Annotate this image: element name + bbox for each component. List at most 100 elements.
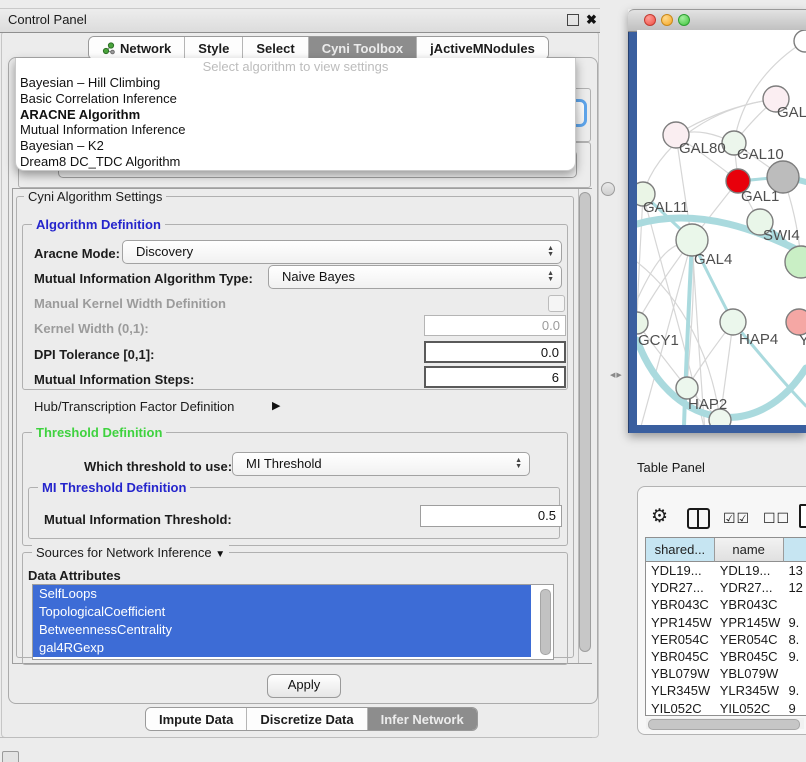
hub-definition-label[interactable]: Hub/Transcription Factor Definition (34, 399, 234, 414)
table-cell: YBL079W (646, 665, 715, 682)
column-header[interactable]: shared... (646, 538, 715, 562)
table-cell: YIL052C (715, 700, 784, 717)
table-cell: 13 (783, 562, 806, 579)
dropdown-item[interactable]: Dream8 DC_TDC Algorithm (16, 154, 575, 170)
table-row[interactable]: YPR145WYPR145W9. (646, 614, 806, 631)
tab-infer-network[interactable]: Infer Network (368, 708, 477, 730)
new-table-icon[interactable] (799, 504, 806, 528)
column-header[interactable]: name (715, 538, 784, 562)
tab-select[interactable]: Select (243, 37, 308, 59)
node-label: GAL (777, 104, 806, 121)
node-table[interactable]: shared...name YDL19...YDL19...13YDR27...… (645, 537, 806, 716)
data-attributes-list[interactable]: SelfLoopsTopologicalCoefficientBetweenne… (32, 584, 554, 660)
kernel-width-field[interactable]: 0.0 (424, 315, 566, 336)
node-label: SWI4 (763, 227, 800, 244)
tab-style[interactable]: Style (185, 37, 243, 59)
network-window-titlebar[interactable] (628, 9, 806, 32)
node-label: HAP4 (739, 331, 778, 348)
table-cell: YBR043C (646, 596, 715, 613)
dropdown-placeholder: Select algorithm to view settings (16, 58, 575, 75)
table-cell: YLR345W (715, 682, 784, 699)
table-cell: YBL079W (715, 665, 784, 682)
aracne-mode-value: Discovery (136, 244, 193, 259)
manual-kernel-label: Manual Kernel Width Definition (34, 296, 226, 311)
tab-cyni-toolbox[interactable]: Cyni Toolbox (309, 37, 417, 59)
horizontal-scrollbar-thumb[interactable] (648, 719, 800, 730)
threshold-definition-title: Threshold Definition (32, 425, 166, 440)
manual-kernel-checkbox[interactable] (548, 295, 565, 312)
network-edge[interactable] (676, 99, 776, 135)
mi-threshold-definition-title: MI Threshold Definition (38, 480, 190, 495)
data-attributes-label: Data Attributes (28, 568, 121, 583)
tab-label: Network (120, 38, 171, 59)
dropdown-item[interactable]: Basic Correlation Inference (16, 91, 575, 107)
attribute-item[interactable]: SelfLoops (33, 585, 531, 603)
attribute-item[interactable]: BetweennessCentrality (33, 621, 531, 639)
table-cell: YBR045C (646, 648, 715, 665)
network-node[interactable] (637, 312, 648, 334)
cyni-settings-group-title: Cyni Algorithm Settings (24, 189, 166, 204)
column-header[interactable] (784, 538, 806, 562)
vertical-scrollbar-thumb[interactable] (579, 192, 591, 652)
table-cell: 8. (783, 631, 806, 648)
table-cell: YBR045C (715, 648, 784, 665)
dropdown-item[interactable]: Bayesian – Hill Climbing (16, 75, 575, 91)
attribute-item[interactable]: gal4RGexp (33, 639, 531, 657)
table-row[interactable]: YDL19...YDL19...13 (646, 562, 806, 579)
network-node[interactable] (794, 30, 806, 52)
list-scrollbar-thumb[interactable] (540, 589, 551, 655)
close-traffic-light-icon[interactable] (644, 14, 656, 26)
table-row[interactable]: YBR045CYBR045C9. (646, 648, 806, 665)
stepper-arrows-icon: ▲▼ (515, 453, 522, 475)
dropdown-item[interactable]: Mutual Information Inference (16, 122, 575, 138)
panel-divider-knob[interactable] (601, 182, 615, 196)
which-threshold-value: MI Threshold (246, 456, 322, 471)
tab-impute-data[interactable]: Impute Data (146, 708, 247, 730)
network-node[interactable] (785, 246, 806, 278)
which-threshold-label: Which threshold to use: (84, 459, 232, 474)
minimize-traffic-light-icon[interactable] (661, 14, 673, 26)
control-panel-title: Control Panel (8, 12, 87, 27)
table-cell: YDL19... (715, 562, 784, 579)
mi-threshold-field[interactable]: 0.5 (420, 505, 562, 527)
tab-network[interactable]: Network (89, 37, 185, 59)
table-row[interactable]: YBR043CYBR043C (646, 596, 806, 613)
tab-jactivemnodules[interactable]: jActiveMNodules (417, 37, 548, 59)
expand-right-icon[interactable]: ▶ (272, 399, 280, 412)
divider-collapse-arrows-icon[interactable]: ◀▶ (610, 371, 623, 379)
apply-button[interactable]: Apply (267, 674, 341, 698)
minimized-panel-icon[interactable] (2, 751, 19, 762)
dpi-tolerance-field[interactable]: 0.0 (424, 341, 566, 363)
deselect-all-columns-icon[interactable]: ☐☐ (763, 510, 790, 527)
table-row[interactable]: YBL079WYBL079W (646, 665, 806, 682)
table-row[interactable]: YDR27...YDR27...12 (646, 579, 806, 596)
mi-threshold-label: Mutual Information Threshold: (44, 512, 232, 527)
dropdown-item[interactable]: ARACNE Algorithm (16, 107, 575, 123)
network-canvas[interactable]: GALGAL80GAL10GAL1GAL11SWI4GAL4GCY1HAP4YH… (637, 30, 806, 425)
dropdown-item[interactable]: Bayesian – K2 (16, 138, 575, 154)
table-cell: YDL19... (646, 562, 715, 579)
tab-label: Impute Data (159, 709, 233, 730)
collapse-down-icon[interactable]: ▼ (215, 549, 225, 560)
float-window-icon[interactable] (567, 14, 579, 26)
tab-discretize-data[interactable]: Discretize Data (247, 708, 367, 730)
select-all-columns-icon[interactable]: ☑☑ (723, 510, 750, 527)
which-threshold-combobox[interactable]: MI Threshold ▲▼ (232, 452, 530, 476)
split-columns-icon[interactable] (687, 508, 710, 529)
attribute-item[interactable]: TopologicalCoefficient (33, 603, 531, 621)
table-cell: 9. (783, 682, 806, 699)
mi-steps-field[interactable]: 6 (424, 366, 566, 388)
close-icon[interactable]: ✖ (586, 13, 597, 26)
settings-gear-icon[interactable]: ⚙ (651, 505, 668, 528)
tab-label: Infer Network (381, 709, 464, 730)
stepper-arrows-icon: ▲▼ (547, 241, 554, 263)
table-row[interactable]: YIL052CYIL052C9 (646, 700, 806, 717)
table-cell: YER054C (646, 631, 715, 648)
node-label: GAL11 (643, 199, 689, 216)
table-row[interactable]: YLR345WYLR345W9. (646, 682, 806, 699)
tab-label: Discretize Data (260, 709, 353, 730)
zoom-traffic-light-icon[interactable] (678, 14, 690, 26)
mi-algorithm-type-combobox[interactable]: Naive Bayes ▲▼ (268, 265, 562, 289)
aracne-mode-combobox[interactable]: Discovery ▲▼ (122, 240, 562, 264)
table-row[interactable]: YER054CYER054C8. (646, 631, 806, 648)
